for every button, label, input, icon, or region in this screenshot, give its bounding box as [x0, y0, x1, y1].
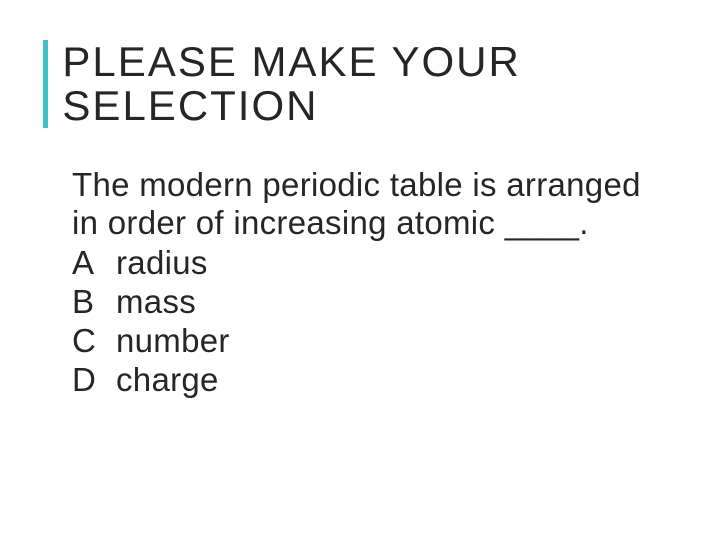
option-letter: D	[72, 361, 116, 400]
option-letter: B	[72, 283, 116, 322]
option-a[interactable]: A radius	[72, 244, 660, 283]
option-text: mass	[116, 283, 660, 322]
slide-title: PLEASE MAKE YOUR SELECTION	[62, 40, 720, 128]
option-letter: A	[72, 244, 116, 283]
option-b[interactable]: B mass	[72, 283, 660, 322]
title-accent-bar	[43, 40, 48, 128]
option-c[interactable]: C number	[72, 322, 660, 361]
question-text: The modern periodic table is arranged in…	[72, 166, 660, 242]
option-text: number	[116, 322, 660, 361]
option-letter: C	[72, 322, 116, 361]
slide-title-block: PLEASE MAKE YOUR SELECTION	[43, 40, 720, 128]
option-text: radius	[116, 244, 660, 283]
option-text: charge	[116, 361, 660, 400]
options-list: A radius B mass C number D charge	[72, 244, 660, 400]
slide-content: The modern periodic table is arranged in…	[72, 166, 660, 400]
option-d[interactable]: D charge	[72, 361, 660, 400]
